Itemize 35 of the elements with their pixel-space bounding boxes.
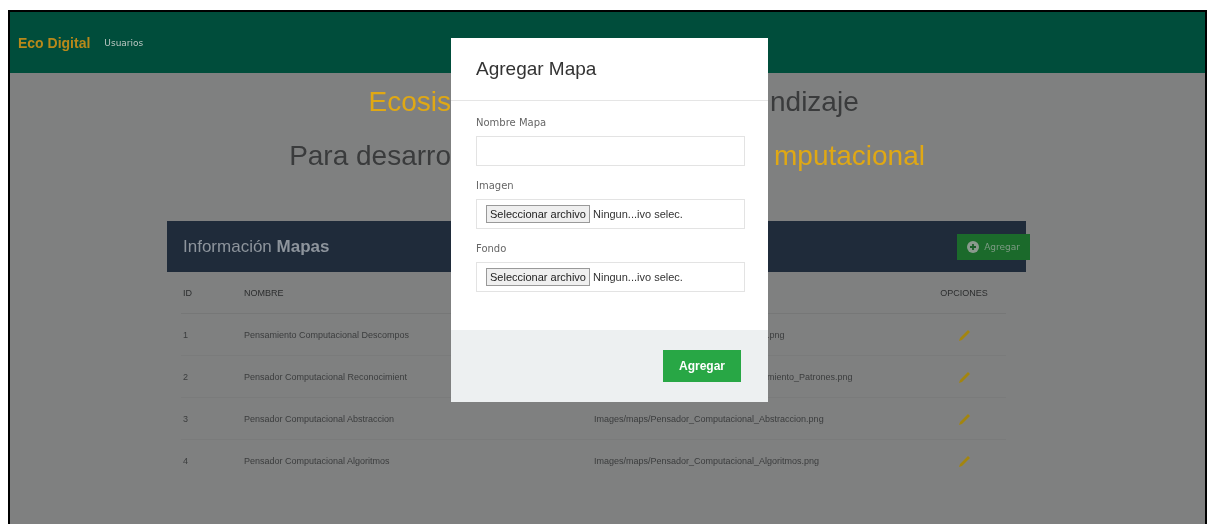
heading-text: Ecosis: [367, 86, 451, 118]
pencil-icon[interactable]: [957, 369, 971, 384]
table-cell-text: Pensador Computacional Reconocimient: [244, 371, 409, 382]
name-input-field[interactable]: [476, 136, 745, 166]
field-label: Fondo: [476, 243, 508, 254]
table-cell-text: 3: [182, 413, 189, 424]
nav-link[interactable]: Usuarios: [104, 37, 144, 48]
submit-button[interactable]: Agregar: [663, 350, 741, 382]
modal-title: Agregar Mapa: [476, 58, 597, 80]
table-cell: miento_Patrones.png: [767, 371, 853, 382]
table-cell-text: 4: [182, 455, 189, 466]
table-cell-text: 1: [182, 329, 189, 340]
pencil-icon[interactable]: [957, 327, 971, 342]
table-cell: Images/maps/Pensador_Computacional_Algoritmos.png: [594, 455, 820, 466]
plus-circle-icon: [967, 240, 980, 253]
panel-title: Información Mapas: [183, 236, 330, 257]
column-header: NOMBRE: [244, 287, 285, 298]
table-cell-text: Pensador Computacional Abstraccion: [244, 413, 396, 424]
table-cell-text: 2: [182, 371, 189, 382]
heading-text: mputacional: [774, 140, 925, 172]
field-label: Nombre Mapa: [476, 117, 548, 128]
heading-text: Para desarro: [288, 140, 451, 172]
column-header: ID: [182, 287, 193, 298]
brand-logo[interactable]: Eco Digital: [18, 34, 91, 51]
pencil-icon[interactable]: [957, 453, 971, 468]
pencil-icon[interactable]: [957, 411, 971, 426]
heading-text: ndizaje: [770, 86, 859, 118]
table-cell: .png: [767, 329, 785, 340]
field-label: Imagen: [476, 180, 515, 191]
table-cell: Images/maps/Pensador_Computacional_Abstraccion.png: [594, 413, 824, 424]
table-cell-text: Pensamiento Computacional Descompos: [244, 329, 411, 340]
file-input-field[interactable]: Seleccionar archivo Ningun...ivo selec.: [476, 262, 745, 292]
table-cell-text: Pensador Computacional Algoritmos: [244, 455, 391, 466]
file-input-field[interactable]: Seleccionar archivo Ningun...ivo selec.: [476, 199, 745, 229]
column-header: OPCIONES: [939, 287, 989, 298]
